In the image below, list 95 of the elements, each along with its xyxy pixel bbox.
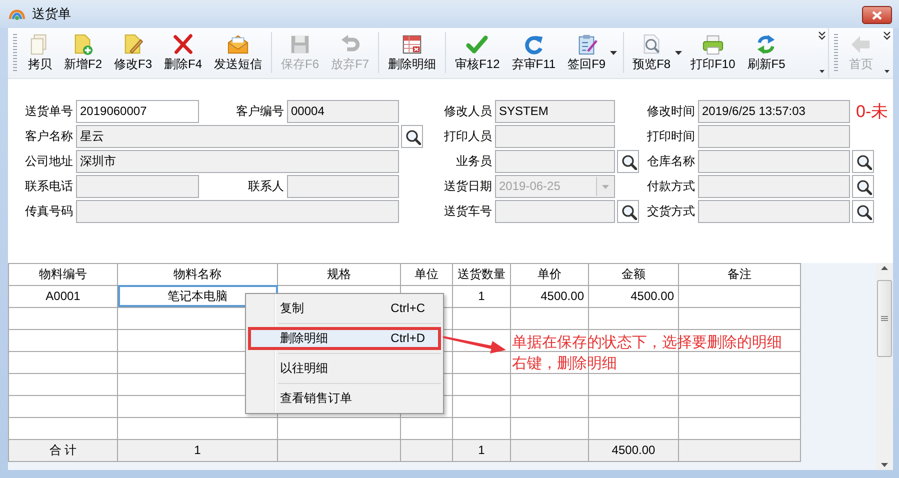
- table-cell: 4500.00: [588, 285, 678, 308]
- search-icon: [854, 153, 872, 170]
- column-header[interactable]: 物料名称: [118, 263, 278, 286]
- text-field[interactable]: 2019060007: [76, 100, 199, 123]
- text-field[interactable]: 星云: [76, 125, 399, 148]
- text-field[interactable]: [698, 175, 850, 198]
- field-label: 打印时间: [646, 128, 696, 145]
- total-cell: 1: [452, 439, 510, 462]
- toolbar-button[interactable]: 预览F8: [628, 30, 676, 75]
- toolbar-button[interactable]: 删除F4: [159, 30, 208, 75]
- field-label: 客户名称: [24, 128, 74, 145]
- field-label: 公司地址: [24, 153, 74, 170]
- field-label: 修改时间: [646, 103, 696, 120]
- text-field[interactable]: [287, 175, 399, 198]
- scroll-up-icon[interactable]: [881, 266, 888, 270]
- field-label: 送货车号: [443, 203, 493, 220]
- text-field[interactable]: [495, 150, 615, 173]
- caret-icon[interactable]: [674, 50, 682, 54]
- field-label: 联系电话: [24, 178, 74, 195]
- table-cell: 1: [452, 285, 510, 308]
- search-button[interactable]: [617, 200, 639, 223]
- toolbar-button[interactable]: 删除明细: [383, 30, 442, 75]
- total-cell: 合 计: [8, 439, 118, 462]
- toolbar-button[interactable]: 发送短信: [209, 30, 268, 75]
- text-field[interactable]: SYSTEM: [495, 100, 615, 123]
- search-icon: [620, 153, 636, 170]
- total-cell: 1: [118, 439, 278, 462]
- column-header[interactable]: 备注: [678, 263, 800, 286]
- menu-item[interactable]: 以往明细: [248, 357, 441, 380]
- field-label: 修改人员: [443, 103, 493, 120]
- text-field[interactable]: [495, 200, 615, 223]
- column-header[interactable]: 规格: [278, 263, 400, 286]
- field-label: 联系人: [247, 178, 285, 195]
- grip-handle[interactable]: [834, 34, 838, 71]
- cross-icon: [171, 33, 196, 56]
- search-button[interactable]: [852, 150, 874, 173]
- field-label: 业务员: [455, 153, 493, 170]
- scrollbar-thumb[interactable]: [877, 280, 892, 358]
- close-icon: [872, 10, 882, 20]
- search-button[interactable]: [852, 200, 874, 223]
- column-header[interactable]: 物料编号: [8, 263, 118, 286]
- search-icon: [854, 203, 872, 220]
- text-field[interactable]: 深圳市: [76, 150, 399, 173]
- field-label: 送货日期: [443, 178, 493, 195]
- toolbar-button[interactable]: 审核F12: [450, 30, 505, 75]
- annotation-text: 单据在保存的状态下，选择要删除的明细: [512, 333, 782, 353]
- status-text: 0-未: [855, 101, 890, 123]
- field-label: 送货单号: [24, 103, 74, 120]
- menu-item[interactable]: 删除明细 Ctrl+D: [248, 327, 441, 350]
- search-button[interactable]: [401, 125, 423, 148]
- search-icon: [620, 203, 636, 220]
- text-field[interactable]: [76, 200, 399, 223]
- field-label: 打印人员: [443, 128, 493, 145]
- toolbar-button[interactable]: 拷贝: [23, 30, 57, 75]
- field-label: 交货方式: [646, 203, 696, 220]
- column-header[interactable]: 单价: [510, 263, 588, 286]
- text-field[interactable]: [76, 175, 199, 198]
- caret-icon[interactable]: [610, 50, 617, 54]
- toolbar-button[interactable]: 弃审F11: [506, 30, 561, 75]
- printer-icon: [700, 33, 725, 56]
- column-header[interactable]: 金额: [588, 263, 678, 286]
- text-field[interactable]: 00004: [287, 100, 399, 123]
- search-icon: [854, 178, 872, 195]
- annotation-text: 右键，删除明细: [512, 354, 618, 374]
- field-label: 传真号码: [24, 203, 74, 220]
- close-button[interactable]: [862, 6, 892, 24]
- search-icon: [404, 128, 420, 145]
- table-cell: 4500.00: [510, 285, 588, 308]
- column-header[interactable]: 单位: [400, 263, 452, 286]
- field-label: 付款方式: [646, 178, 696, 195]
- field-label: 客户编号: [235, 103, 285, 120]
- menu-item[interactable]: 查看销售订单: [248, 387, 441, 410]
- text-field[interactable]: [495, 125, 615, 148]
- text-field[interactable]: [698, 150, 850, 173]
- envelope-icon: [226, 33, 250, 56]
- column-header[interactable]: 送货数量: [452, 263, 510, 286]
- toolbar-button[interactable]: 新增F2: [59, 30, 108, 75]
- toolbar-button[interactable]: 刷新F5: [742, 30, 790, 75]
- dropdown-arrow-icon: [602, 184, 608, 188]
- field-label: 仓库名称: [646, 153, 696, 170]
- check-icon: [465, 33, 490, 56]
- search-button[interactable]: [852, 175, 874, 198]
- scrollbar[interactable]: [876, 262, 893, 470]
- table-cell: A0001: [8, 285, 118, 308]
- text-field[interactable]: 2019/6/25 13:57:03: [698, 100, 850, 123]
- text-field[interactable]: [698, 125, 850, 148]
- toolbar-button[interactable]: 打印F10: [686, 30, 740, 75]
- scroll-down-icon[interactable]: [881, 463, 888, 467]
- toolbar-button[interactable]: 签回F9: [562, 30, 611, 75]
- search-button[interactable]: [617, 150, 639, 173]
- window-title: 送货单: [32, 5, 71, 23]
- text-field[interactable]: [698, 200, 850, 223]
- total-cell: 4500.00: [588, 439, 678, 462]
- toolbar-button[interactable]: 修改F3: [109, 30, 158, 75]
- grip-handle[interactable]: [13, 34, 17, 71]
